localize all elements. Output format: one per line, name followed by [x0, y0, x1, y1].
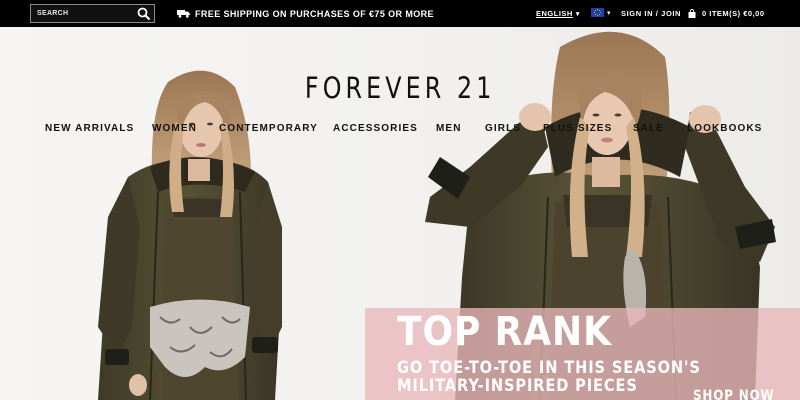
nav-women[interactable]: WOMEN — [152, 123, 197, 134]
search-input[interactable] — [31, 5, 135, 22]
promo-subtitle-line2: MILITARY-INSPIRED PIECES — [397, 376, 638, 396]
top-bar: FREE SHIPPING ON PURCHASES OF €75 OR MOR… — [0, 0, 800, 27]
nav-sale[interactable]: SALE — [633, 123, 664, 134]
nav-accessories[interactable]: ACCESSORIES — [333, 123, 418, 134]
nav-plus-sizes[interactable]: PLUS SIZES — [543, 123, 612, 134]
search-box[interactable] — [30, 4, 155, 23]
shopping-bag[interactable]: 0 ITEM(S) €0,00 — [688, 0, 765, 27]
eu-flag-icon[interactable] — [591, 8, 604, 17]
truck-icon — [177, 10, 190, 18]
language-selector[interactable]: ENGLISH ▾ — [536, 0, 580, 27]
shipping-promo-text: FREE SHIPPING ON PURCHASES OF €75 OR MOR… — [195, 8, 434, 19]
model-left — [98, 70, 282, 400]
brand-logo[interactable]: FOREVER 21 — [0, 71, 800, 105]
cart-summary[interactable]: 0 ITEM(S) €0,00 — [702, 9, 765, 18]
shopping-bag-icon[interactable] — [688, 9, 696, 18]
search-icon[interactable] — [137, 7, 151, 21]
shop-now-link[interactable]: SHOP NOW — [693, 388, 775, 400]
nav-men[interactable]: MEN — [436, 123, 462, 134]
nav-contemporary[interactable]: CONTEMPORARY — [219, 123, 318, 134]
promo-subtitle: GO TOE-TO-TOE IN THIS SEASON'S MILITARY-… — [397, 359, 701, 395]
nav-lookbooks[interactable]: LOOKBOOKS — [687, 123, 762, 134]
promo-subtitle-line1: GO TOE-TO-TOE IN THIS SEASON'S — [397, 358, 701, 378]
main-nav: NEW ARRIVALS WOMEN CONTEMPORARY ACCESSOR… — [0, 123, 800, 137]
shipping-promo: FREE SHIPPING ON PURCHASES OF €75 OR MOR… — [177, 0, 434, 27]
chevron-down-icon[interactable]: ▾ — [576, 10, 580, 18]
nav-girls[interactable]: GIRLS — [485, 123, 521, 134]
sign-in-link[interactable]: SIGN IN / JOIN — [621, 0, 681, 27]
language-label[interactable]: ENGLISH — [536, 9, 573, 18]
nav-new-arrivals[interactable]: NEW ARRIVALS — [45, 123, 134, 134]
promo-title: TOP RANK — [397, 309, 612, 355]
brand-logo-text[interactable]: FOREVER 21 — [305, 71, 496, 105]
region-selector[interactable]: ▾ — [591, 8, 611, 17]
chevron-down-icon[interactable]: ▾ — [607, 9, 611, 17]
